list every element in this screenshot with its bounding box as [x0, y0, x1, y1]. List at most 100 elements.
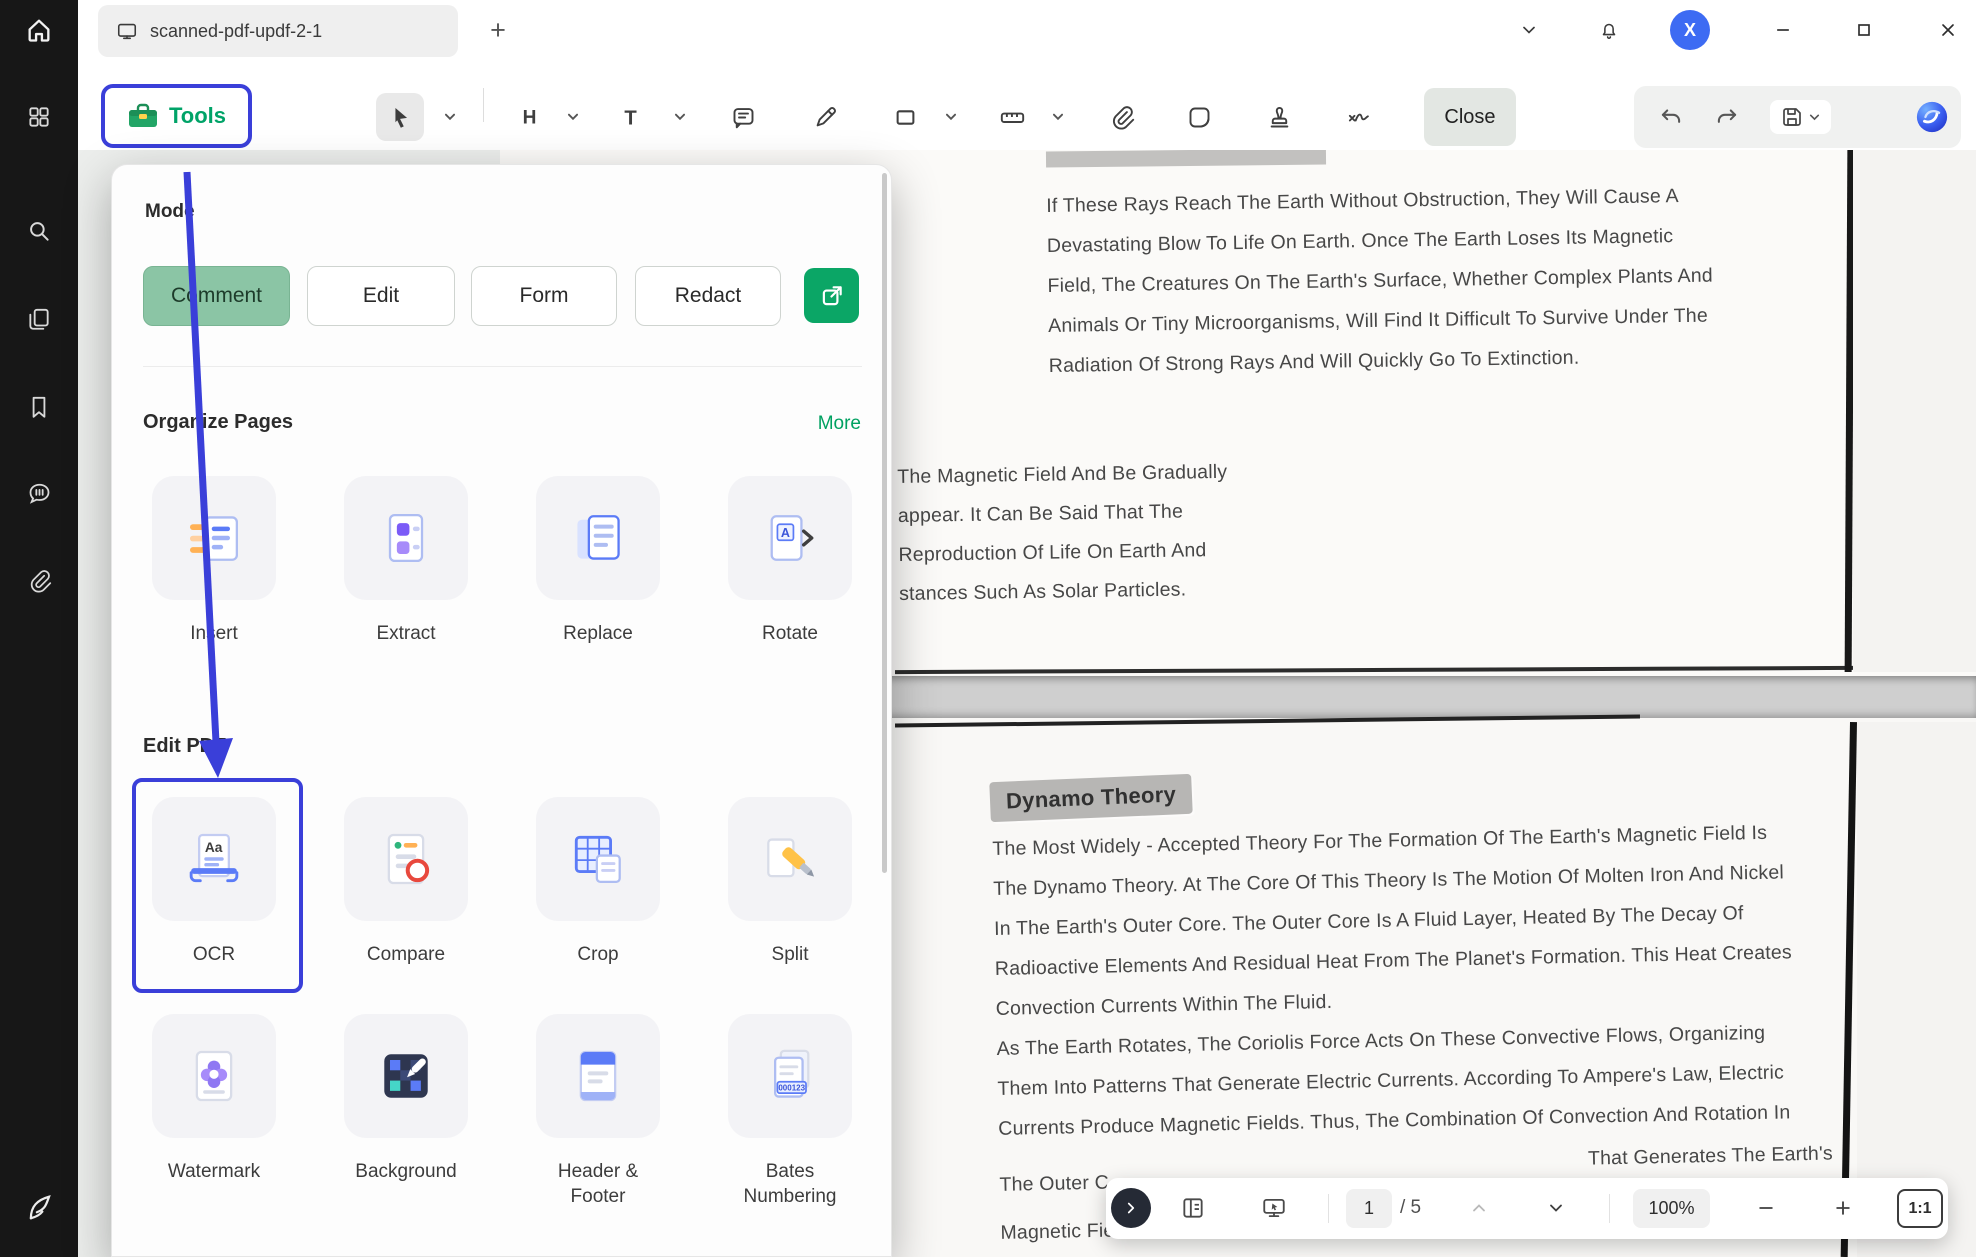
pencil-tool[interactable]	[801, 93, 849, 141]
tile-split-label[interactable]: Split	[725, 942, 855, 967]
more-link[interactable]: More	[818, 413, 861, 435]
tile-bates-numbering-label[interactable]: Bates Numbering	[725, 1159, 855, 1209]
monitor-icon	[116, 20, 138, 42]
highlight-tool-dropdown[interactable]	[566, 110, 580, 124]
titlebar: scanned-pdf-updf-2-1 + X	[78, 0, 1976, 60]
doc-line: appear. It Can Be Said That The	[898, 492, 1229, 536]
tile-background-label[interactable]: Background	[341, 1159, 471, 1184]
bookmark-icon	[26, 394, 52, 420]
page-thumbnails-button[interactable]	[1176, 1191, 1210, 1225]
panel-divider	[143, 366, 862, 367]
tile-compare[interactable]	[344, 797, 468, 921]
measure-tool-dropdown[interactable]	[1051, 110, 1065, 124]
zoom-level[interactable]: 100%	[1633, 1189, 1710, 1228]
chevron-down-icon	[566, 110, 580, 124]
signature-tool[interactable]	[1334, 93, 1382, 141]
panel-scrollbar[interactable]	[882, 173, 887, 873]
tile-ocr[interactable]: Aa	[152, 797, 276, 921]
zoom-out-button[interactable]	[1749, 1191, 1783, 1225]
tile-extract[interactable]	[344, 476, 468, 600]
tools-button[interactable]: Tools	[101, 84, 252, 148]
notifications-button[interactable]	[1591, 12, 1627, 48]
expand-panel-button[interactable]	[1111, 1188, 1151, 1228]
mode-edit-button[interactable]: Edit	[307, 266, 455, 326]
chevron-down-icon	[944, 110, 958, 124]
document-tab[interactable]: scanned-pdf-updf-2-1	[98, 5, 458, 57]
sidebar-item-comments[interactable]	[16, 470, 62, 516]
sticker-tool[interactable]	[1175, 93, 1223, 141]
rotate-glyph: A	[781, 526, 790, 540]
text-comment-tool[interactable]: T	[606, 93, 654, 141]
select-tool-dropdown[interactable]	[443, 110, 457, 124]
attach-file-tool[interactable]	[1097, 93, 1145, 141]
tile-replace[interactable]	[536, 476, 660, 600]
highlight-icon: H	[516, 104, 543, 131]
plus-icon	[1833, 1198, 1853, 1218]
mode-comment-button[interactable]: Comment	[143, 266, 290, 326]
select-tool[interactable]	[376, 93, 424, 141]
h-glyph: H	[522, 107, 536, 128]
toolbar-collapse-button[interactable]	[1511, 12, 1547, 48]
tile-header-footer-label[interactable]: Header & Footer	[533, 1159, 663, 1209]
tile-extract-label[interactable]: Extract	[341, 621, 471, 646]
updf-logo-button[interactable]	[16, 1184, 62, 1230]
minimize-button[interactable]	[1765, 12, 1801, 48]
page-number-input[interactable]: 1	[1346, 1189, 1392, 1228]
tile-background[interactable]	[344, 1014, 468, 1138]
mode-form-button[interactable]: Form	[471, 266, 617, 326]
tile-rotate[interactable]: A	[728, 476, 852, 600]
note-icon	[730, 104, 757, 131]
slideshow-button[interactable]	[1257, 1191, 1291, 1225]
close-mode-button[interactable]: Close	[1424, 88, 1516, 146]
previous-page-button[interactable]	[1462, 1191, 1496, 1225]
sidebar-item-attachments[interactable]	[16, 558, 62, 604]
sticky-note-tool[interactable]	[719, 93, 767, 141]
account-avatar[interactable]: X	[1670, 10, 1710, 50]
open-in-new-window-button[interactable]	[804, 268, 859, 323]
updf-logo-icon	[24, 1192, 54, 1222]
shape-tool[interactable]	[881, 93, 929, 141]
measure-tool[interactable]	[988, 93, 1036, 141]
tile-compare-label[interactable]: Compare	[341, 942, 471, 967]
shape-tool-dropdown[interactable]	[944, 110, 958, 124]
app-sidebar	[0, 0, 78, 1257]
sticker-icon	[1186, 104, 1213, 131]
tile-header-footer[interactable]	[536, 1014, 660, 1138]
tile-split[interactable]	[728, 797, 852, 921]
tile-insert[interactable]	[152, 476, 276, 600]
tile-insert-label[interactable]: Insert	[149, 621, 279, 646]
tile-watermark-label[interactable]: Watermark	[149, 1159, 279, 1184]
ai-assistant-button[interactable]	[1915, 100, 1949, 134]
tile-replace-label[interactable]: Replace	[533, 621, 663, 646]
redo-button[interactable]	[1710, 100, 1744, 134]
sidebar-item-pages[interactable]	[16, 296, 62, 342]
sidebar-item-apps[interactable]	[16, 94, 62, 140]
mode-redact-button[interactable]: Redact	[635, 266, 781, 326]
tile-bates-numbering[interactable]: 000123	[728, 1014, 852, 1138]
tile-ocr-label[interactable]: OCR	[149, 942, 279, 967]
replace-icon	[566, 506, 630, 570]
chevron-down-icon	[1546, 1198, 1566, 1218]
tile-crop[interactable]	[536, 797, 660, 921]
home-button[interactable]	[16, 7, 62, 53]
plus-icon: +	[490, 17, 506, 44]
text-tool-dropdown[interactable]	[673, 110, 687, 124]
next-page-button[interactable]	[1539, 1191, 1573, 1225]
close-window-button[interactable]	[1930, 12, 1966, 48]
tile-crop-label[interactable]: Crop	[533, 942, 663, 967]
doc-line: The Magnetic Field And Be Gradually	[897, 453, 1228, 497]
actual-size-button[interactable]: 1:1	[1897, 1189, 1943, 1228]
sidebar-item-bookmarks[interactable]	[16, 384, 62, 430]
stamp-tool[interactable]	[1255, 93, 1303, 141]
undo-button[interactable]	[1654, 100, 1688, 134]
save-button[interactable]	[1770, 100, 1831, 134]
tile-rotate-label[interactable]: Rotate	[725, 621, 855, 646]
bates-numbering-icon: 000123	[758, 1044, 822, 1108]
maximize-button[interactable]	[1846, 12, 1882, 48]
sidebar-item-search[interactable]	[16, 208, 62, 254]
new-tab-button[interactable]: +	[480, 12, 516, 48]
tile-watermark[interactable]	[152, 1014, 276, 1138]
highlight-tool[interactable]: H	[505, 93, 553, 141]
zoom-in-button[interactable]	[1826, 1191, 1860, 1225]
stamp-icon	[1266, 104, 1293, 131]
